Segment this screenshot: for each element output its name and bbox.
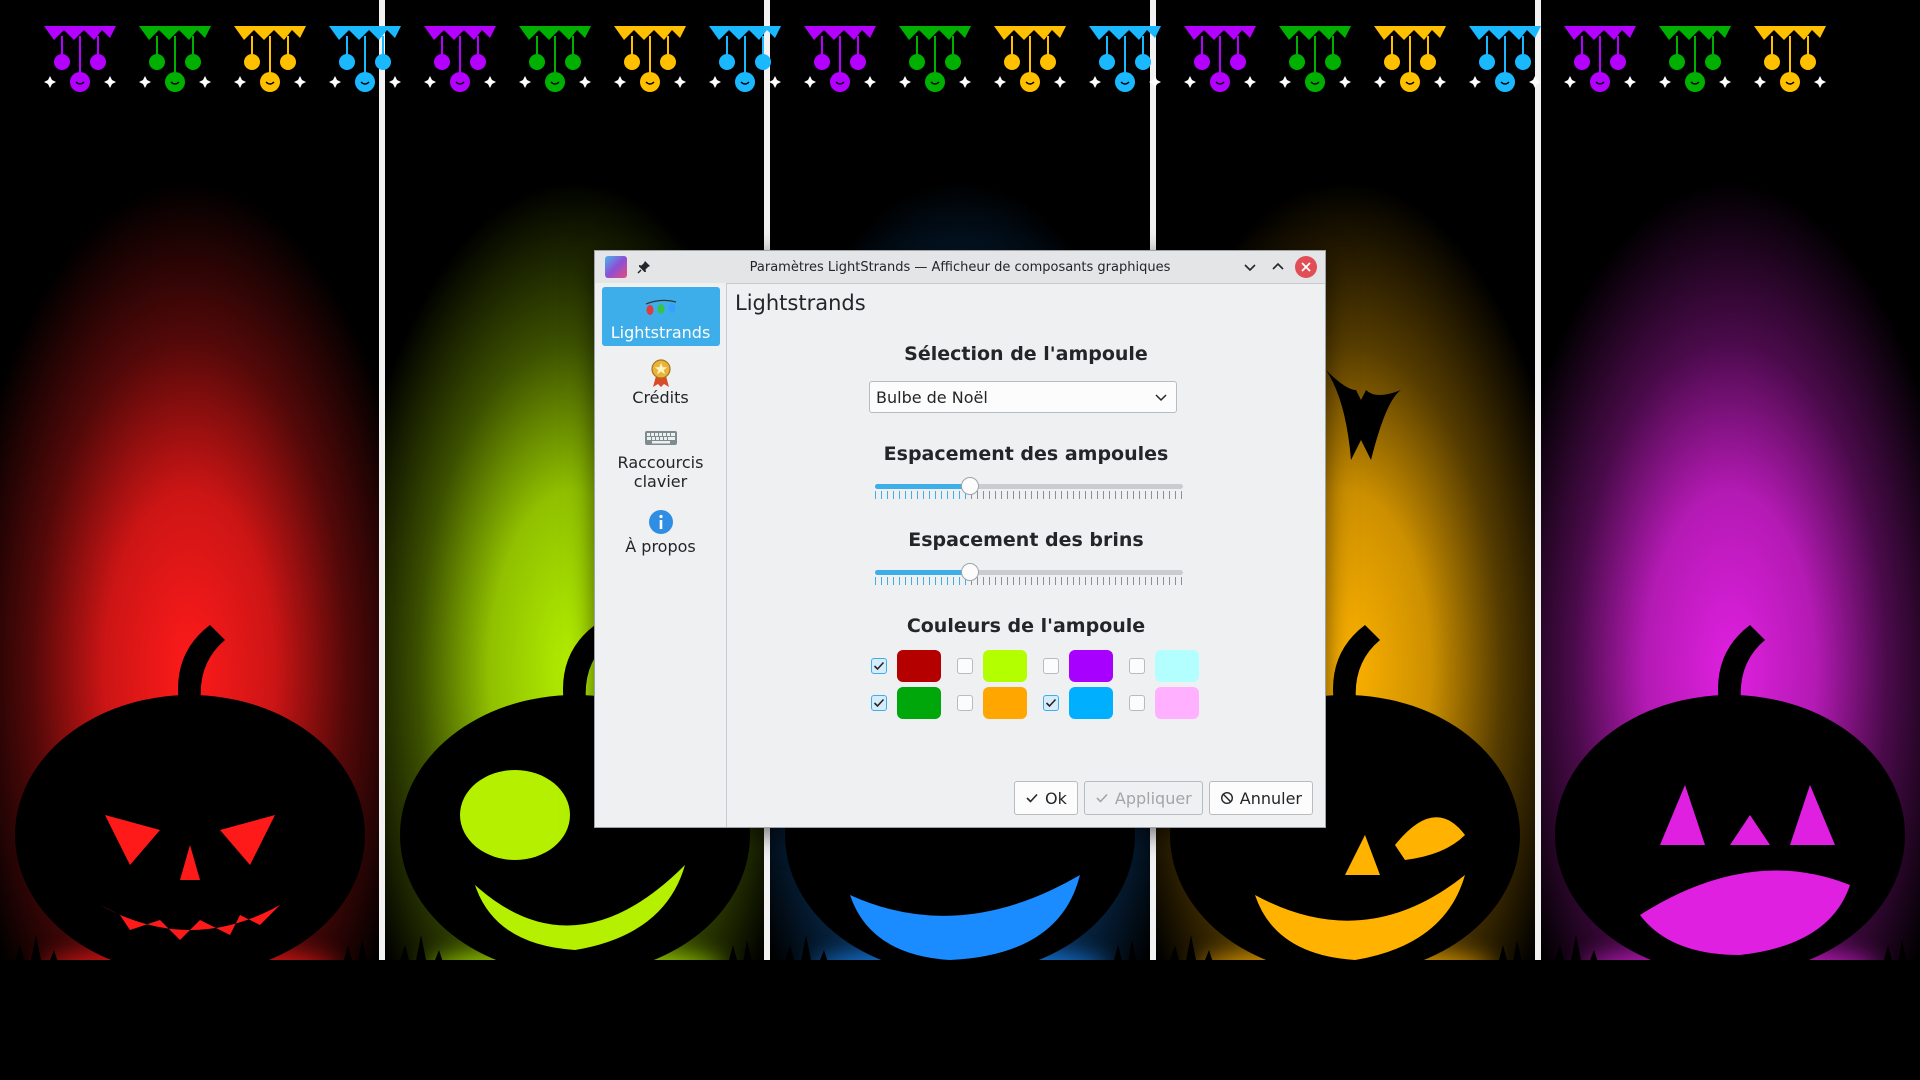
- light-bulb-cluster: [994, 26, 1066, 92]
- bulb-selection-dropdown[interactable]: Bulbe de Noël: [869, 381, 1177, 413]
- sidebar-item-label: À propos: [625, 537, 696, 556]
- window-title: Paramètres LightStrands — Afficheur de c…: [749, 259, 1171, 275]
- light-bulb-cluster: [1184, 26, 1256, 92]
- color-swatch-button[interactable]: [1155, 649, 1199, 682]
- settings-content: Lightstrands Sélection de l'ampoule Bulb…: [727, 283, 1325, 827]
- light-bulb-cluster: [1089, 26, 1161, 92]
- bulb-selection-value: Bulbe de Noël: [876, 387, 988, 407]
- color-row: [871, 684, 1215, 721]
- chevron-down-icon: [1244, 264, 1256, 272]
- bulb-colors-grid: [871, 647, 1215, 721]
- close-icon: [1301, 262, 1311, 272]
- color-checkbox[interactable]: [1043, 657, 1059, 674]
- light-bulb-cluster: [139, 26, 211, 92]
- color-swatch-button[interactable]: [1155, 686, 1199, 719]
- maximize-button[interactable]: [1267, 256, 1289, 278]
- bat-silhouette: [1325, 370, 1401, 460]
- color-checkbox[interactable]: [957, 657, 973, 674]
- light-bulb-cluster: [1374, 26, 1446, 92]
- apply-button[interactable]: Appliquer: [1083, 781, 1203, 815]
- cancel-button[interactable]: Annuler: [1208, 781, 1313, 815]
- light-bulb-cluster: [519, 26, 591, 92]
- slider-ticks-active: [875, 491, 971, 499]
- chevron-down-icon: [1155, 394, 1167, 402]
- bulb-spacing-slider[interactable]: [875, 475, 1183, 499]
- settings-sidebar: Lightstrands Crédits Raccourcis clavier …: [595, 283, 727, 827]
- cancel-label: Annuler: [1239, 788, 1302, 808]
- pumpkin-silhouette: [9, 625, 370, 975]
- light-strand-decoration: [44, 26, 1826, 92]
- light-bulb-cluster: [804, 26, 876, 92]
- bulb-colors-label: Couleurs de l'ampoule: [906, 615, 1146, 637]
- sidebar-item-credits[interactable]: Crédits: [602, 352, 720, 411]
- award-icon: [602, 358, 720, 388]
- color-swatch-button[interactable]: [897, 686, 941, 719]
- light-bulb-cluster: [1659, 26, 1731, 92]
- chevron-up-icon: [1272, 262, 1284, 270]
- info-icon: [602, 507, 720, 537]
- settings-dialog: Paramètres LightStrands — Afficheur de c…: [594, 250, 1326, 828]
- light-bulb-cluster: [1469, 26, 1541, 92]
- color-checkbox[interactable]: [871, 694, 887, 711]
- slider-fill: [875, 570, 971, 575]
- sidebar-item-label: Lightstrands: [610, 323, 711, 342]
- sidebar-item-shortcuts[interactable]: Raccourcis clavier: [602, 417, 720, 495]
- sidebar-item-about[interactable]: À propos: [602, 501, 720, 560]
- wallpaper-panel: [0, 0, 380, 1080]
- light-bulb-cluster: [1564, 26, 1636, 92]
- color-swatch-button[interactable]: [983, 649, 1027, 682]
- color-checkbox[interactable]: [1043, 694, 1059, 711]
- check-icon: [1045, 698, 1057, 707]
- close-button[interactable]: [1295, 256, 1317, 278]
- app-icon[interactable]: [605, 256, 627, 278]
- color-swatch-button[interactable]: [1069, 649, 1113, 682]
- light-bulb-cluster: [329, 26, 401, 92]
- apply-label: Appliquer: [1114, 788, 1192, 808]
- ok-label: Ok: [1045, 788, 1067, 808]
- slider-fill: [875, 484, 971, 489]
- color-row: [871, 647, 1215, 684]
- page-title: Lightstrands: [735, 291, 866, 315]
- bulb-selection-label: Sélection de l'ampoule: [904, 343, 1148, 365]
- light-bulbs-icon: [602, 293, 720, 323]
- title-bar[interactable]: Paramètres LightStrands — Afficheur de c…: [595, 251, 1325, 284]
- light-bulb-cluster: [614, 26, 686, 92]
- light-bulb-cluster: [899, 26, 971, 92]
- color-checkbox[interactable]: [871, 657, 887, 674]
- light-bulb-cluster: [1279, 26, 1351, 92]
- pin-icon[interactable]: [635, 258, 653, 276]
- check-icon: [1096, 793, 1108, 803]
- minimize-button[interactable]: [1239, 256, 1261, 278]
- light-bulb-cluster: [234, 26, 306, 92]
- pumpkin-silhouette: [1550, 625, 1911, 975]
- sidebar-item-lightstrands[interactable]: Lightstrands: [601, 287, 720, 346]
- strand-spacing-slider[interactable]: [875, 561, 1183, 585]
- bulb-spacing-label: Espacement des ampoules: [883, 443, 1169, 465]
- check-icon: [873, 698, 885, 707]
- light-bulb-cluster: [424, 26, 496, 92]
- color-swatch-button[interactable]: [1069, 686, 1113, 719]
- check-icon: [1026, 793, 1038, 803]
- ok-button[interactable]: Ok: [1014, 781, 1078, 815]
- slider-ticks-active: [875, 577, 971, 585]
- strand-spacing-label: Espacement des brins: [908, 529, 1144, 551]
- wallpaper-panel: [1540, 0, 1920, 1080]
- sidebar-item-label: Raccourcis clavier: [617, 453, 704, 491]
- color-checkbox[interactable]: [1129, 694, 1145, 711]
- light-bulb-cluster: [709, 26, 781, 92]
- light-bulb-cluster: [44, 26, 116, 92]
- keyboard-icon: [602, 423, 720, 453]
- color-checkbox[interactable]: [1129, 657, 1145, 674]
- sidebar-item-label: Crédits: [632, 388, 689, 407]
- cancel-icon: [1220, 791, 1233, 805]
- color-swatch-button[interactable]: [897, 649, 941, 682]
- light-bulb-cluster: [1754, 26, 1826, 92]
- ground-band: [0, 960, 1920, 1080]
- color-checkbox[interactable]: [957, 694, 973, 711]
- color-swatch-button[interactable]: [983, 686, 1027, 719]
- check-icon: [873, 661, 885, 670]
